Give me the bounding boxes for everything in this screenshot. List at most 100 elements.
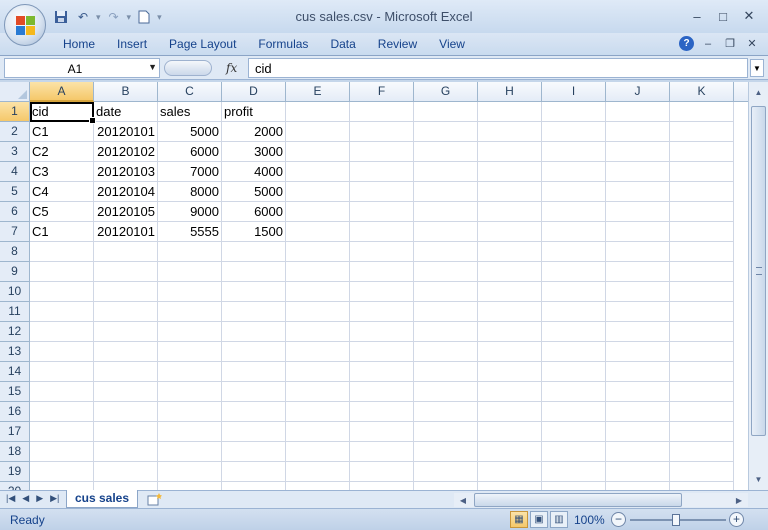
cell-a8[interactable] (30, 242, 94, 262)
cell-i11[interactable] (542, 302, 606, 322)
cell-j20[interactable] (606, 482, 670, 490)
chevron-down-icon[interactable]: ▼ (148, 62, 157, 72)
cell-j11[interactable] (606, 302, 670, 322)
normal-view-icon[interactable]: ▦ (510, 511, 528, 528)
vertical-scroll-thumb[interactable] (751, 106, 766, 436)
cell-g5[interactable] (414, 182, 478, 202)
cell-b14[interactable] (94, 362, 158, 382)
cell-b2[interactable]: 20120101 (94, 122, 158, 142)
cell-a11[interactable] (30, 302, 94, 322)
cell-c8[interactable] (158, 242, 222, 262)
cell-f16[interactable] (350, 402, 414, 422)
scroll-left-icon[interactable]: ◀ (456, 493, 470, 507)
cell-b6[interactable]: 20120105 (94, 202, 158, 222)
cell-a16[interactable] (30, 402, 94, 422)
row-header-17[interactable]: 17 (0, 422, 30, 442)
cell-b4[interactable]: 20120103 (94, 162, 158, 182)
cell-c5[interactable]: 8000 (158, 182, 222, 202)
cell-i3[interactable] (542, 142, 606, 162)
cell-a7[interactable]: C1 (30, 222, 94, 242)
cell-j13[interactable] (606, 342, 670, 362)
cell-g19[interactable] (414, 462, 478, 482)
cell-d15[interactable] (222, 382, 286, 402)
cell-e13[interactable] (286, 342, 350, 362)
cell-h4[interactable] (478, 162, 542, 182)
row-header-6[interactable]: 6 (0, 202, 30, 222)
cell-e17[interactable] (286, 422, 350, 442)
workbook-minimize-button[interactable]: – (700, 37, 716, 51)
row-header-1[interactable]: 1 (0, 102, 30, 122)
cell-a19[interactable] (30, 462, 94, 482)
insert-sheet-icon[interactable] (138, 491, 172, 507)
cell-k6[interactable] (670, 202, 734, 222)
cell-e11[interactable] (286, 302, 350, 322)
cell-k3[interactable] (670, 142, 734, 162)
cell-k4[interactable] (670, 162, 734, 182)
cell-h11[interactable] (478, 302, 542, 322)
cell-h13[interactable] (478, 342, 542, 362)
cell-i19[interactable] (542, 462, 606, 482)
column-header-h[interactable]: H (478, 82, 542, 102)
zoom-out-button[interactable]: − (611, 512, 626, 527)
cell-k10[interactable] (670, 282, 734, 302)
column-header-d[interactable]: D (222, 82, 286, 102)
cell-i9[interactable] (542, 262, 606, 282)
cell-f6[interactable] (350, 202, 414, 222)
cell-f11[interactable] (350, 302, 414, 322)
cell-a13[interactable] (30, 342, 94, 362)
vertical-scrollbar[interactable]: ▲ ▼ (748, 82, 768, 490)
cell-j19[interactable] (606, 462, 670, 482)
cell-a12[interactable] (30, 322, 94, 342)
row-header-14[interactable]: 14 (0, 362, 30, 382)
cell-k7[interactable] (670, 222, 734, 242)
cell-a18[interactable] (30, 442, 94, 462)
cell-g14[interactable] (414, 362, 478, 382)
cell-c11[interactable] (158, 302, 222, 322)
last-sheet-icon[interactable]: ▶| (50, 493, 59, 504)
cell-b8[interactable] (94, 242, 158, 262)
cell-c9[interactable] (158, 262, 222, 282)
cell-b16[interactable] (94, 402, 158, 422)
cell-g20[interactable] (414, 482, 478, 490)
zoom-slider-thumb[interactable] (672, 514, 680, 526)
cell-g4[interactable] (414, 162, 478, 182)
row-header-8[interactable]: 8 (0, 242, 30, 262)
cell-j6[interactable] (606, 202, 670, 222)
help-icon[interactable]: ? (679, 36, 694, 51)
cell-b15[interactable] (94, 382, 158, 402)
cell-c20[interactable] (158, 482, 222, 490)
column-header-c[interactable]: C (158, 82, 222, 102)
cell-f19[interactable] (350, 462, 414, 482)
cell-d6[interactable]: 6000 (222, 202, 286, 222)
cell-g1[interactable] (414, 102, 478, 122)
cell-k20[interactable] (670, 482, 734, 490)
cell-k15[interactable] (670, 382, 734, 402)
cell-c15[interactable] (158, 382, 222, 402)
cell-f13[interactable] (350, 342, 414, 362)
tab-page-layout[interactable]: Page Layout (158, 37, 247, 51)
cell-k9[interactable] (670, 262, 734, 282)
cell-h5[interactable] (478, 182, 542, 202)
row-header-12[interactable]: 12 (0, 322, 30, 342)
cell-d19[interactable] (222, 462, 286, 482)
cell-k5[interactable] (670, 182, 734, 202)
cell-e12[interactable] (286, 322, 350, 342)
cell-g3[interactable] (414, 142, 478, 162)
cell-a2[interactable]: C1 (30, 122, 94, 142)
cell-g16[interactable] (414, 402, 478, 422)
cell-e15[interactable] (286, 382, 350, 402)
cell-h20[interactable] (478, 482, 542, 490)
cell-h3[interactable] (478, 142, 542, 162)
row-header-10[interactable]: 10 (0, 282, 30, 302)
cell-a3[interactable]: C2 (30, 142, 94, 162)
cell-c3[interactable]: 6000 (158, 142, 222, 162)
row-header-7[interactable]: 7 (0, 222, 30, 242)
office-button[interactable] (4, 4, 46, 46)
cell-e2[interactable] (286, 122, 350, 142)
cell-h16[interactable] (478, 402, 542, 422)
cell-f7[interactable] (350, 222, 414, 242)
cell-k16[interactable] (670, 402, 734, 422)
cell-j2[interactable] (606, 122, 670, 142)
cell-e7[interactable] (286, 222, 350, 242)
maximize-button[interactable]: □ (710, 6, 736, 26)
